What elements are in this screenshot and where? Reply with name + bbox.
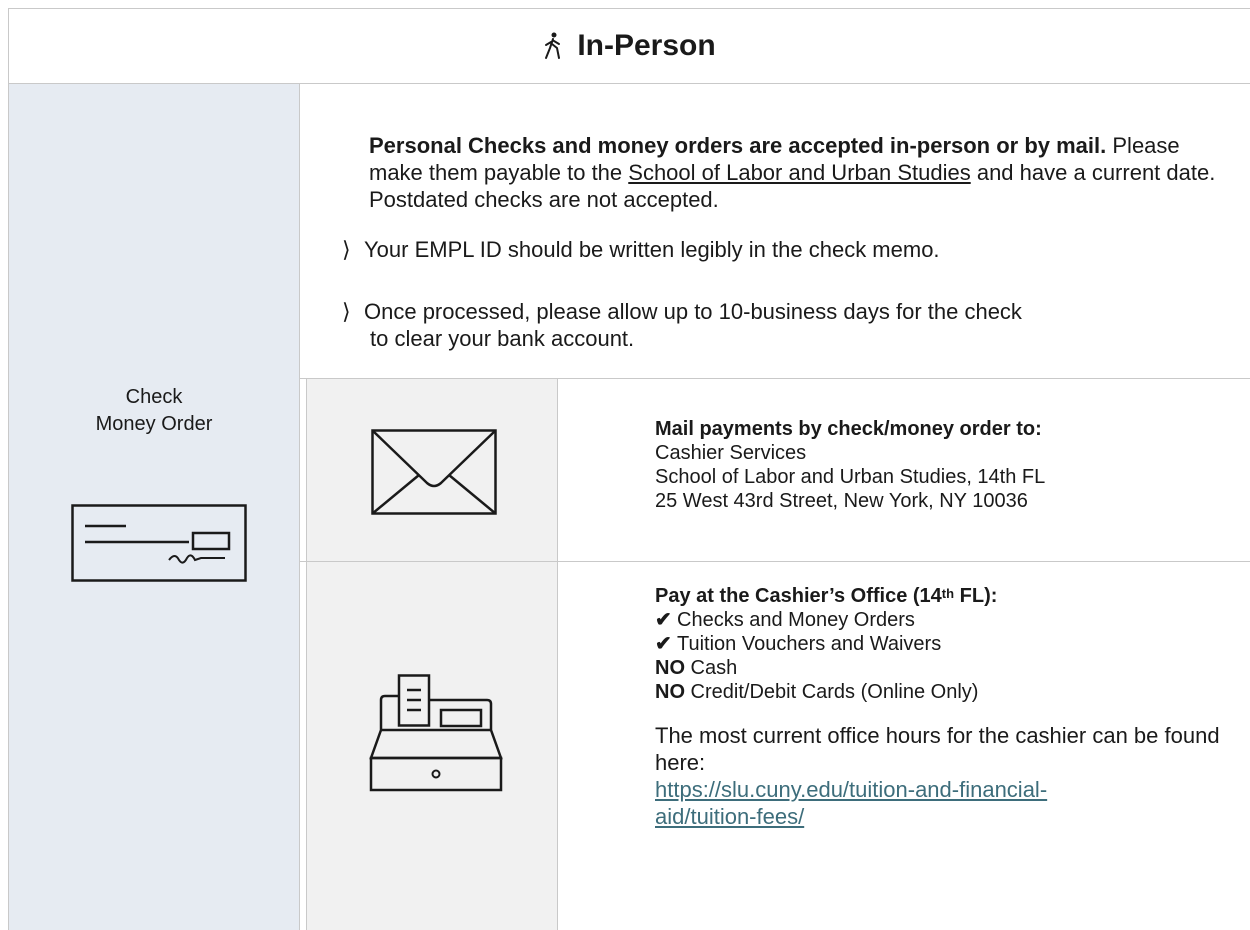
bullet-marker: ⟩ xyxy=(342,299,351,324)
payee-name: School of Labor and Urban Studies xyxy=(628,160,971,185)
cashier-office-row: Pay at the Cashier’s Office (14th FL): ✔… xyxy=(300,562,1250,930)
bullet-empl-id: ⟩ Your EMPL ID should be written legibly … xyxy=(342,236,1222,263)
header-title-wrap: In-Person xyxy=(543,29,716,63)
cashier-icon-cell xyxy=(306,562,558,930)
cashier-heading-text: Pay at the Cashier’s Office (14 xyxy=(655,585,942,607)
accepted-item-vouchers: ✔ Tuition Vouchers and Waivers xyxy=(655,632,1245,656)
no-cash-text: Cash xyxy=(685,657,738,679)
check-info-section: Personal Checks and money orders are acc… xyxy=(300,84,1250,376)
accepted-vouchers-text: Tuition Vouchers and Waivers xyxy=(677,633,942,655)
method-money-order-label: Money Order xyxy=(95,413,213,435)
cashier-heading-sup: th xyxy=(941,586,955,601)
check-policy-paragraph: Personal Checks and money orders are acc… xyxy=(369,132,1239,213)
no-cards-text: Credit/Debit Cards (Online Only) xyxy=(685,681,979,703)
accepted-item-checks: ✔ Checks and Money Orders xyxy=(655,608,1245,632)
link-line-1[interactable]: https://slu.cuny.edu/tuition-and-financi… xyxy=(655,777,1047,802)
bullet-marker: ⟩ xyxy=(342,237,351,262)
mail-recipient: Cashier Services xyxy=(655,442,807,464)
mail-street-address: 25 West 43rd Street, New York, NY 10036 xyxy=(655,490,1028,512)
bullet-empl-id-text: Your EMPL ID should be written legibly i… xyxy=(364,237,940,262)
mail-icon-cell xyxy=(306,379,558,561)
check-policy-lead: Personal Checks and money orders are acc… xyxy=(369,133,1107,158)
walking-person-icon xyxy=(545,32,561,59)
mail-heading: Mail payments by check/money order to: xyxy=(655,418,1042,440)
envelope-icon xyxy=(371,429,497,515)
payment-method-column: Check Money Order xyxy=(8,84,300,930)
section-header: In-Person xyxy=(8,8,1250,84)
cashier-heading-end: FL): xyxy=(954,585,998,607)
bullet-processing-text-1: Once processed, please allow up to 10-bu… xyxy=(364,299,1022,324)
no-label: NO xyxy=(655,681,685,703)
check-icon xyxy=(71,504,247,582)
link-line-2[interactable]: aid/tuition-fees/ xyxy=(655,804,804,829)
bullet-processing: ⟩ Once processed, please allow up to 10-b… xyxy=(342,298,1222,352)
payment-page: In-Person Check Money Order Personal Che… xyxy=(0,0,1250,930)
mail-address-block: Mail payments by check/money order to: C… xyxy=(655,417,1245,513)
accepted-checks-text: Checks and Money Orders xyxy=(677,609,915,631)
office-hours-text: The most current office hours for the ca… xyxy=(655,723,1220,775)
cash-register-icon xyxy=(369,674,503,792)
not-accepted-cards: NO Credit/Debit Cards (Online Only) xyxy=(655,680,1245,704)
office-hours-note: The most current office hours for the ca… xyxy=(655,722,1245,830)
mail-school-floor: School of Labor and Urban Studies, 14th … xyxy=(655,466,1046,488)
page-title: In-Person xyxy=(577,29,716,62)
office-hours-link[interactable]: https://slu.cuny.edu/tuition-and-financi… xyxy=(655,776,1245,830)
cashier-info-block: Pay at the Cashier’s Office (14th FL): ✔… xyxy=(655,584,1245,830)
not-accepted-cash: NO Cash xyxy=(655,656,1245,680)
no-label: NO xyxy=(655,657,685,679)
bullet-processing-text-2: to clear your bank account. xyxy=(370,326,635,351)
payment-method-label: Check Money Order xyxy=(9,384,299,438)
cashier-heading: Pay at the Cashier’s Office (14th FL): xyxy=(655,584,1245,608)
checkmark-icon: ✔ xyxy=(655,633,672,655)
mail-payment-row: Mail payments by check/money order to: C… xyxy=(300,378,1250,562)
checkmark-icon: ✔ xyxy=(655,609,672,631)
method-check-label: Check xyxy=(125,386,183,408)
